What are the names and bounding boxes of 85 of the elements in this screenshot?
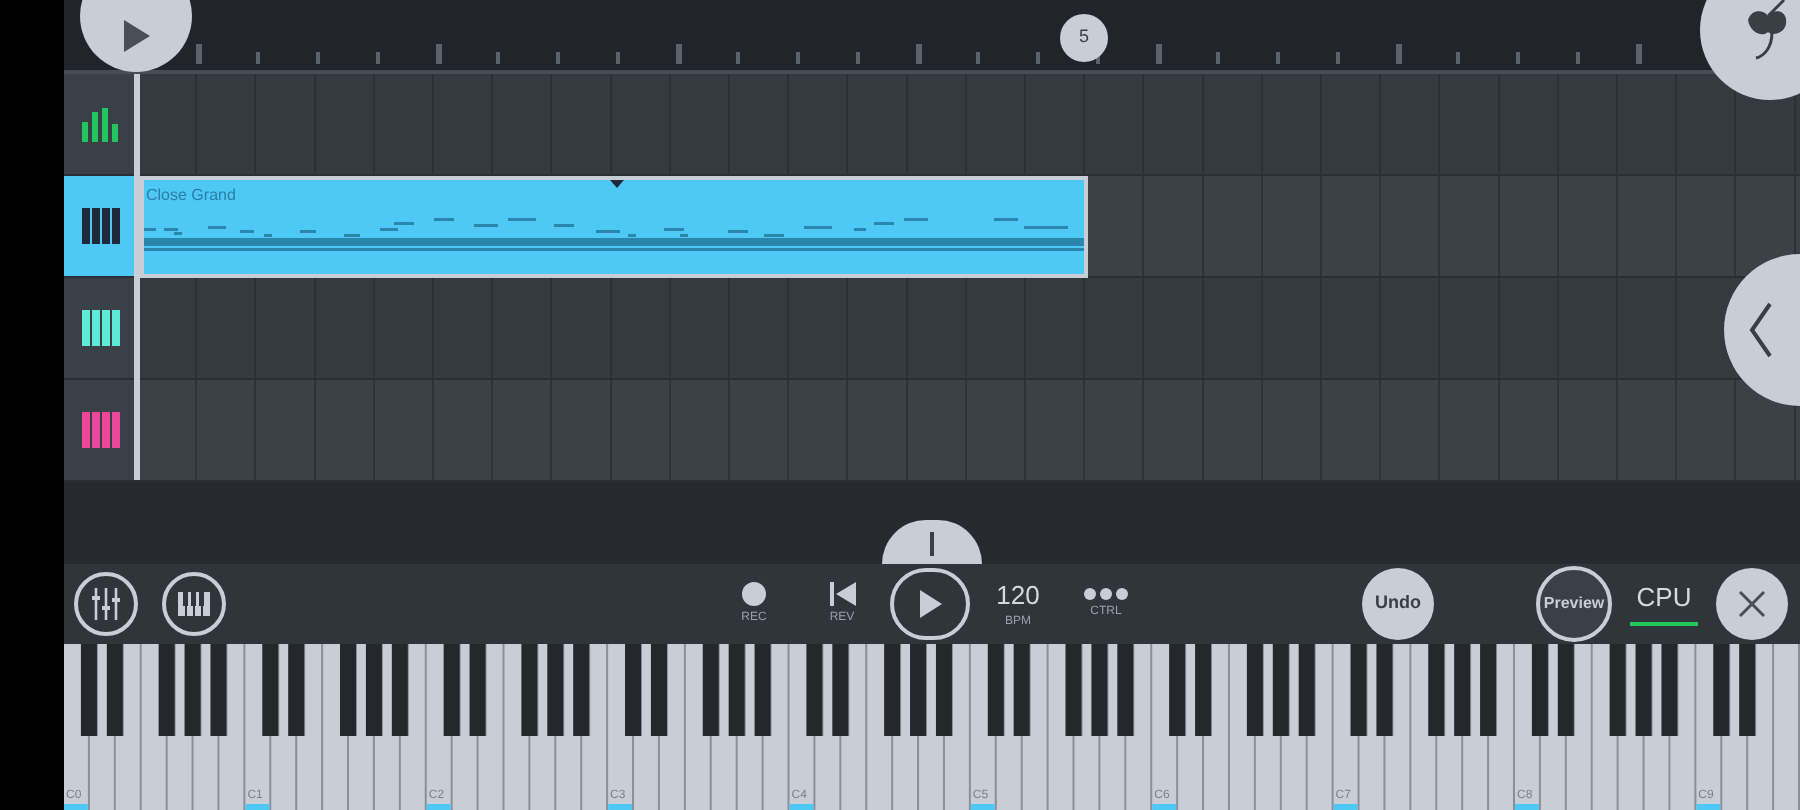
pattern-name: Close Grand — [146, 186, 236, 206]
natural-key[interactable] — [711, 644, 736, 810]
natural-key[interactable] — [867, 644, 892, 810]
natural-key[interactable] — [1281, 644, 1306, 810]
sharp-key[interactable] — [884, 644, 901, 736]
preview-button[interactable]: Preview — [1536, 566, 1612, 642]
natural-key[interactable] — [815, 644, 840, 810]
natural-key[interactable] — [1722, 644, 1747, 810]
natural-key[interactable] — [944, 644, 969, 810]
close-button[interactable] — [1716, 568, 1788, 640]
marker-triangle-icon — [610, 180, 624, 188]
natural-key[interactable] — [504, 644, 529, 810]
skip-back-icon — [829, 582, 855, 606]
natural-key[interactable] — [297, 644, 322, 810]
close-icon — [1738, 590, 1766, 618]
mixer-button[interactable] — [74, 572, 138, 636]
sliders-icon — [90, 588, 122, 620]
natural-key[interactable] — [763, 644, 788, 810]
natural-key[interactable] — [1437, 644, 1462, 810]
natural-key[interactable] — [219, 644, 244, 810]
chevron-left-icon — [1748, 302, 1772, 358]
natural-key[interactable] — [1100, 644, 1125, 810]
natural-key[interactable] — [1489, 644, 1513, 810]
natural-key[interactable] — [193, 644, 218, 810]
natural-key[interactable] — [1074, 644, 1099, 810]
panel-handle[interactable] — [882, 520, 982, 564]
sharp-key[interactable] — [1454, 644, 1471, 736]
natural-key[interactable] — [1385, 644, 1410, 810]
natural-key[interactable] — [919, 644, 943, 810]
natural-key[interactable] — [478, 644, 503, 810]
natural-key[interactable] — [1048, 644, 1073, 810]
natural-key[interactable] — [556, 644, 581, 810]
bar-marker[interactable]: 5 — [1060, 14, 1108, 62]
piano-keys-icon — [178, 592, 210, 616]
natural-key[interactable] — [1411, 644, 1436, 810]
sharp-key[interactable] — [1169, 644, 1186, 736]
natural-key[interactable] — [530, 644, 555, 810]
natural-key[interactable] — [1618, 644, 1643, 810]
natural-key[interactable] — [1748, 644, 1773, 810]
natural-key[interactable] — [141, 644, 166, 810]
natural-key[interactable] — [1204, 644, 1228, 810]
natural-key[interactable] — [349, 644, 373, 810]
natural-key[interactable] — [374, 644, 399, 810]
sharp-key[interactable] — [910, 644, 927, 736]
sharp-key[interactable] — [1480, 644, 1497, 736]
natural-key[interactable] — [1670, 644, 1695, 810]
natural-key[interactable] — [996, 644, 1021, 810]
natural-key[interactable] — [893, 644, 918, 810]
natural-key[interactable] — [1540, 644, 1565, 810]
more-icon — [1084, 588, 1128, 600]
play-button[interactable] — [890, 568, 970, 640]
natural-key[interactable] — [1255, 644, 1280, 810]
natural-key[interactable] — [1307, 644, 1332, 810]
natural-key[interactable] — [400, 644, 425, 810]
cpu-label: CPU — [1636, 582, 1692, 612]
natural-key[interactable] — [115, 644, 140, 810]
natural-key[interactable] — [89, 644, 114, 810]
natural-key[interactable] — [1178, 644, 1203, 810]
sharp-key[interactable] — [1195, 644, 1212, 736]
natural-key[interactable] — [634, 644, 658, 810]
natural-key[interactable] — [1230, 644, 1254, 810]
natural-key[interactable] — [582, 644, 607, 810]
natural-key[interactable] — [841, 644, 866, 810]
record-icon — [742, 582, 766, 606]
natural-key[interactable] — [1644, 644, 1669, 810]
natural-key[interactable] — [323, 644, 347, 810]
sharp-key[interactable] — [1739, 644, 1756, 736]
natural-key[interactable] — [1126, 644, 1151, 810]
track-lane[interactable]: Close Grand — [136, 176, 1800, 276]
play-icon — [122, 20, 150, 52]
natural-key[interactable] — [1566, 644, 1591, 810]
natural-key[interactable] — [1463, 644, 1488, 810]
natural-key[interactable] — [1359, 644, 1384, 810]
undo-button[interactable]: Undo — [1362, 568, 1434, 640]
natural-key[interactable] — [685, 644, 710, 810]
natural-key[interactable] — [737, 644, 762, 810]
play-icon — [918, 590, 942, 618]
natural-key[interactable] — [659, 644, 684, 810]
piano-button[interactable] — [162, 572, 226, 636]
pattern-clip[interactable]: Close Grand — [140, 176, 1088, 278]
natural-key[interactable] — [452, 644, 477, 810]
natural-key[interactable] — [167, 644, 192, 810]
natural-key[interactable] — [1022, 644, 1047, 810]
natural-key[interactable] — [271, 644, 296, 810]
natural-key[interactable] — [1592, 644, 1617, 810]
